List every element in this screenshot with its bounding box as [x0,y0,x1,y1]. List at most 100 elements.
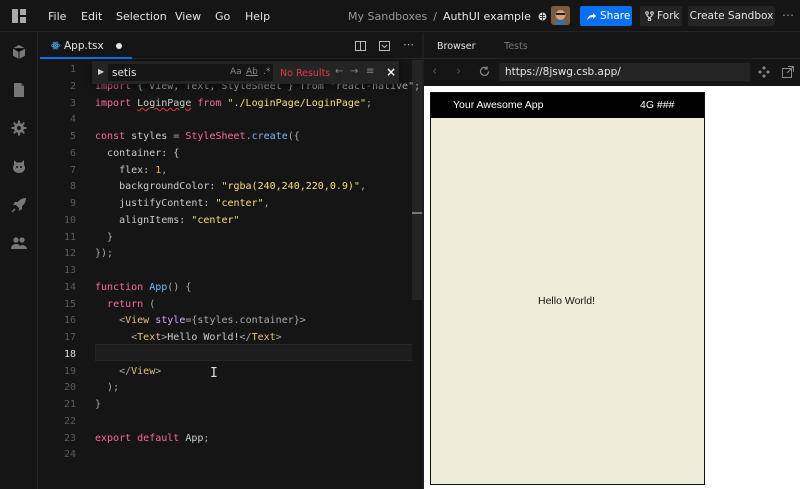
breadcrumb-separator: / [433,10,437,23]
line-number: 14 [63,282,76,293]
url-field[interactable] [499,63,750,81]
device-toggle-icon[interactable] [758,66,770,78]
code-line-3: import LoginPage from "./LoginPage/Login… [95,98,373,109]
preview-icon[interactable] [379,41,390,51]
code-line-5: const styles = StyleSheet.create({ [95,131,300,142]
line-number-active: 18 [63,349,76,360]
code-line-16: <View style={styles.container}> [119,315,306,326]
current-line-highlight [95,344,422,361]
menu-file[interactable]: File [48,10,66,23]
line-number: 22 [63,416,76,427]
line-number: 19 [63,366,76,377]
globe-icon [538,12,547,21]
line-number: 17 [63,332,76,343]
tab-app-tsx[interactable]: App.tsx [40,33,132,59]
line-number: 5 [69,131,76,142]
rocket-icon[interactable] [11,197,27,213]
fork-button[interactable]: Fork [640,6,682,26]
tab-label: App.tsx [64,40,104,52]
line-number: 12 [63,248,76,259]
tab-tests[interactable]: Tests [504,41,528,52]
preview-tab-bar [424,33,800,59]
code-line-15: return ( [107,299,156,310]
fork-icon [645,11,654,21]
line-number: 16 [63,315,76,326]
cube-icon[interactable] [11,44,27,60]
text-cursor-icon: I [210,366,218,381]
next-match-icon[interactable]: → [350,66,358,77]
line-number: 7 [69,165,76,176]
line-number: 11 [63,232,76,243]
fork-button-label: Fork [657,10,680,22]
menu-edit[interactable]: Edit [81,10,102,23]
code-line-9: justifyContent: "center", [119,198,270,209]
close-icon[interactable]: × [386,65,396,79]
line-number: 2 [69,81,76,92]
share-button[interactable]: Share [580,6,632,26]
line-number: 15 [63,299,76,310]
create-sandbox-button[interactable]: Create Sandbox [688,6,775,26]
menu-help[interactable]: Help [245,10,270,23]
code-line-14: function App() { [95,282,192,293]
signal-indicator: 4G ### [640,99,675,111]
codesandbox-logo-icon[interactable] [12,9,26,23]
split-editor-icon[interactable] [355,41,366,51]
code-line-21: } [95,399,102,410]
code-line-12: }); [95,248,114,259]
code-line-8: backgroundColor: "rgba(240,240,220,0.9)"… [119,181,366,192]
line-number: 13 [63,265,76,276]
line-number: 24 [63,449,76,460]
code-editor[interactable] [39,60,422,489]
refresh-icon[interactable] [479,66,490,77]
menu-go[interactable]: Go [215,10,230,23]
match-case-toggle[interactable]: Aa [230,67,242,77]
find-status: No Results [280,68,331,79]
breadcrumb: My Sandboxes / AuthUI example [348,10,547,23]
device-frame [430,92,705,485]
toggle-replace-icon[interactable]: ▶ [98,67,104,76]
share-button-label: Share [600,10,631,22]
line-number: 20 [63,382,76,393]
line-number: 3 [69,98,76,109]
code-line-6: container: { [107,148,180,159]
code-line-10: alignItems: "center" [119,215,240,226]
back-icon[interactable]: ‹ [432,64,437,79]
menu-selection[interactable]: Selection [116,10,167,23]
code-line-19: </View> [119,366,162,377]
find-in-selection-icon[interactable]: ≡ [366,66,374,77]
line-number: 9 [69,198,76,209]
line-number: 23 [63,433,76,444]
forward-icon[interactable]: › [456,64,461,79]
line-number: 6 [69,148,76,159]
line-number: 8 [69,181,76,192]
menu-view[interactable]: View [175,10,201,23]
more-options-icon[interactable]: ⋯ [782,8,794,22]
share-icon [587,13,596,20]
file-icon[interactable] [11,82,27,98]
unsaved-dot-icon[interactable] [116,43,122,49]
line-number: 21 [63,399,76,410]
activity-bar [0,33,38,489]
avatar[interactable] [551,6,570,25]
previous-match-icon[interactable]: ← [335,66,343,77]
editor-scrollbar-thumb[interactable] [412,60,422,300]
tab-browser[interactable]: Browser [437,41,476,52]
scrollbar-cursor-marker [412,212,422,214]
users-icon[interactable] [11,235,27,251]
react-file-icon [51,41,60,50]
gear-icon[interactable] [11,120,27,136]
hello-text: Hello World! [538,295,595,307]
code-line-20: ); [107,382,120,393]
code-line-7: flex: 1, [119,165,168,176]
line-number: 10 [63,215,76,226]
match-word-toggle[interactable]: Ab [246,67,258,77]
breadcrumb-parent[interactable]: My Sandboxes [348,10,427,23]
regex-toggle[interactable]: .* [263,67,270,77]
breadcrumb-project[interactable]: AuthUI example [443,10,531,23]
open-in-new-window-icon[interactable] [782,66,794,78]
github-icon[interactable] [11,158,27,174]
line-number: 4 [69,114,76,125]
editor-more-icon[interactable]: ⋯ [403,38,414,51]
app-title: Your Awesome App [453,99,544,111]
code-line-11: } [107,232,114,243]
